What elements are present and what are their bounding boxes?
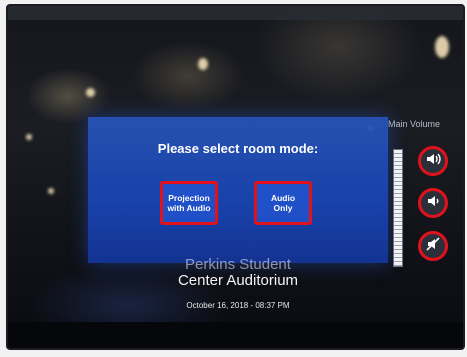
location-line-2: Center Auditorium [177,272,299,289]
background-light [198,58,208,70]
background-light [435,36,449,58]
touch-panel-screen: Please select room mode: Projection with… [6,4,465,350]
photo-frame: Please select room mode: Projection with… [0,0,467,357]
volume-up-button[interactable] [418,146,448,176]
audio-only-button[interactable]: Audio Only [254,181,312,225]
bottom-bar [8,322,463,348]
room-mode-panel: Please select room mode: Projection with… [88,117,388,263]
background-light [86,88,95,97]
volume-slider[interactable] [393,149,403,267]
projection-with-audio-button[interactable]: Projection with Audio [160,181,218,225]
mute-icon [425,236,441,257]
volume-down-icon [425,193,441,214]
projection-button-label: Projection with Audio [167,193,211,213]
volume-down-button[interactable] [418,188,448,218]
background-light [48,188,54,194]
location-line-1: Perkins Student [185,256,291,273]
background-light [26,134,32,140]
audio-button-label: Audio Only [270,193,296,213]
panel-title: Please select room mode: [157,141,319,156]
main-volume-label: Main Volume [388,119,441,129]
mute-button[interactable] [418,231,448,261]
top-bar [8,6,463,20]
date-time: October 16, 2018 - 08:37 PM [186,301,290,310]
volume-up-icon [425,151,441,172]
